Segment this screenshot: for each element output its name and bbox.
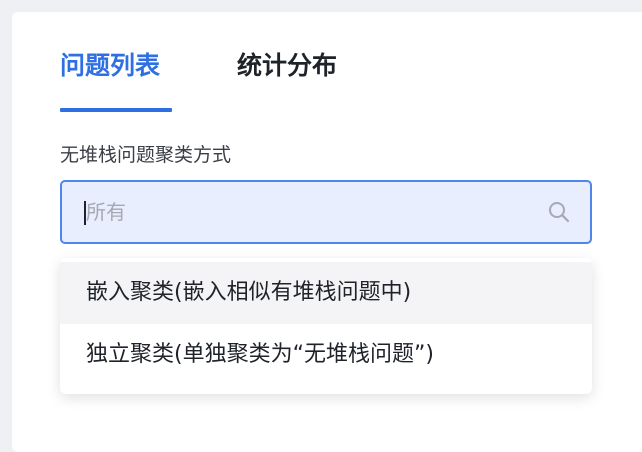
option-embedded-clustering[interactable]: 嵌入聚类(嵌入相似有堆栈问题中) bbox=[60, 262, 592, 324]
active-tab-indicator bbox=[60, 108, 172, 112]
clipped-content-mark bbox=[638, 152, 642, 162]
clustering-mode-input[interactable] bbox=[86, 192, 526, 232]
search-icon bbox=[549, 202, 570, 223]
option-independent-clustering[interactable]: 独立聚类(单独聚类为“无堆栈问题”) bbox=[60, 324, 592, 386]
content-panel: 问题列表 统计分布 无堆栈问题聚类方式 嵌入聚类(嵌入相似有堆栈问题中) 独立聚… bbox=[12, 12, 642, 452]
clipped-content-mark bbox=[638, 294, 642, 304]
tab-issue-list[interactable]: 问题列表 bbox=[60, 48, 160, 84]
clustering-mode-dropdown: 嵌入聚类(嵌入相似有堆栈问题中) 独立聚类(单独聚类为“无堆栈问题”) bbox=[60, 258, 592, 394]
clustering-mode-label: 无堆栈问题聚类方式 bbox=[60, 144, 232, 166]
clustering-mode-select[interactable] bbox=[60, 180, 592, 244]
tab-statistics[interactable]: 统计分布 bbox=[237, 48, 337, 84]
